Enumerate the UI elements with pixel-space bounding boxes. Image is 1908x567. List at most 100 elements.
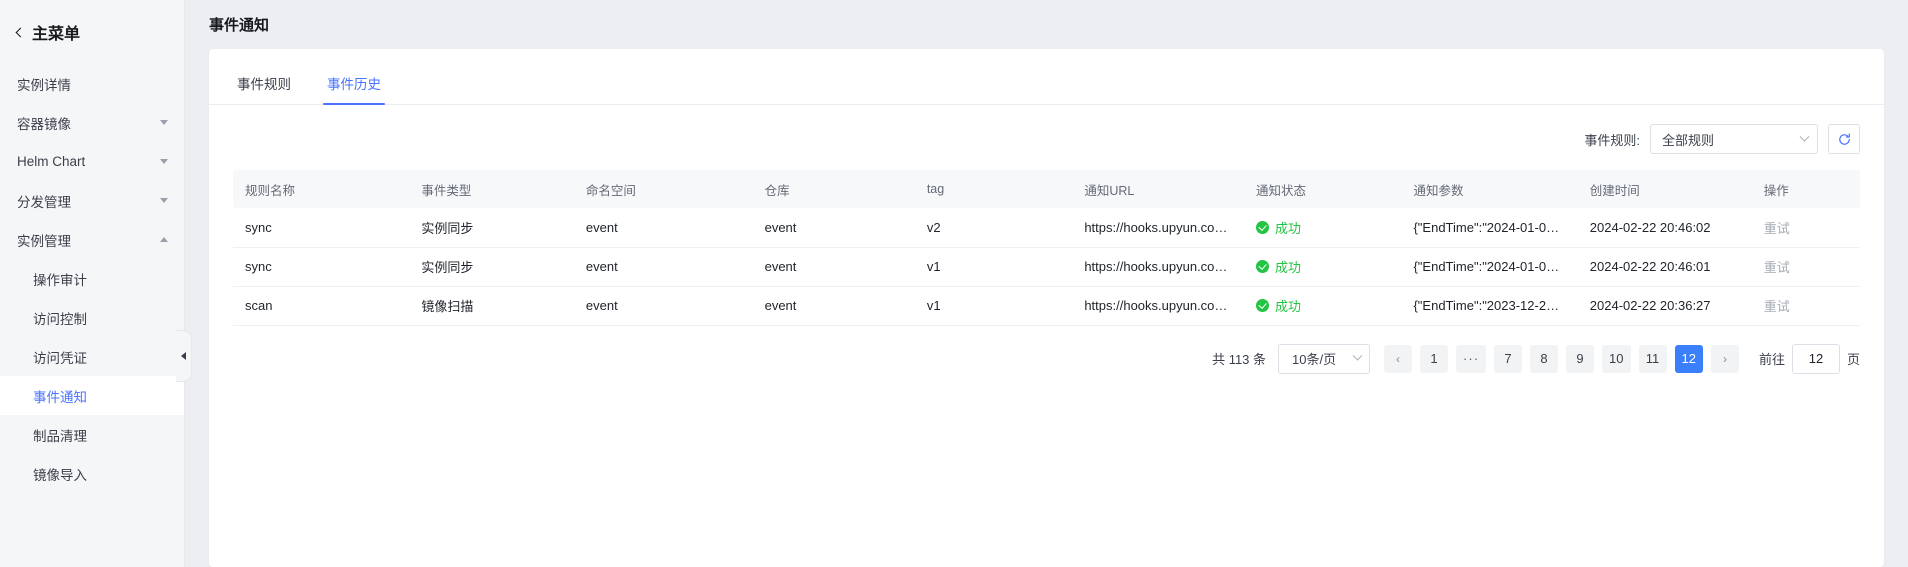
cell-event-type: 镜像扫描 xyxy=(409,286,574,326)
retry-link[interactable]: 重试 xyxy=(1764,299,1790,314)
column-header-9: 操作 xyxy=(1751,170,1860,208)
chevron-down-icon xyxy=(1352,350,1363,361)
tab-0[interactable]: 事件规则 xyxy=(233,73,295,104)
cell-tag: v1 xyxy=(914,247,1073,287)
event-rule-select-value: 全部规则 xyxy=(1662,132,1715,148)
cell-tag: v2 xyxy=(914,208,1073,248)
cell-action: 重试 xyxy=(1751,247,1860,287)
cell-action: 重试 xyxy=(1751,286,1860,326)
status-badge: 成功 xyxy=(1255,296,1390,315)
column-header-6: 通知状态 xyxy=(1243,170,1402,208)
sidebar-item-10[interactable]: 镜像导入 xyxy=(0,454,184,493)
app-root: 主菜单 实例详情 容器镜像 Helm Chart 分发管理实例管理操作审计访问控制访问… xyxy=(0,0,1908,567)
page-button-10[interactable]: 10 xyxy=(1602,344,1631,373)
cell-rule-name: sync xyxy=(233,208,410,248)
chevron-up-icon xyxy=(160,237,168,242)
retry-link[interactable]: 重试 xyxy=(1764,221,1790,236)
content-card: 事件规则 事件历史 事件规则: 全部规则 规则名称 事件类型 命名空间 仓库 t… xyxy=(209,49,1884,567)
column-header-1: 事件类型 xyxy=(409,170,574,208)
cell-created-at: 2024-02-22 20:46:02 xyxy=(1577,208,1752,248)
sidebar-item-7[interactable]: 访问凭证 xyxy=(0,337,184,376)
sidebar-item-4[interactable]: 实例管理 xyxy=(0,220,184,259)
back-to-main-menu[interactable]: 主菜单 xyxy=(0,0,184,64)
jump-to-page: 前往 页 xyxy=(1759,343,1860,374)
cell-repository: event xyxy=(752,247,915,287)
page-title: 事件通知 xyxy=(209,17,270,34)
chevron-left-icon xyxy=(15,27,26,38)
sidebar-item-label: 事件通知 xyxy=(33,389,87,405)
column-header-3: 仓库 xyxy=(752,170,915,208)
chevron-down-icon xyxy=(160,159,168,164)
sidebar-item-0[interactable]: 实例详情 xyxy=(0,64,184,103)
sidebar-item-1[interactable]: 容器镜像 xyxy=(0,103,184,142)
cell-tag: v1 xyxy=(914,286,1073,326)
cell-action: 重试 xyxy=(1751,208,1860,248)
sidebar-item-2[interactable]: Helm Chart xyxy=(0,142,184,181)
event-rule-filter-label: 事件规则: xyxy=(1584,132,1640,148)
events-table: 规则名称 事件类型 命名空间 仓库 tag 通知URL 通知状态 通知参数 创建时间 操作 syn… xyxy=(233,170,1860,326)
cell-status: 成功 xyxy=(1243,208,1402,248)
table-row: scan 镜像扫描 event event v1 https://hooks.upyun.… xyxy=(233,286,1860,326)
cell-params: {"EndTime":"2024-01-09 1... xyxy=(1401,247,1578,287)
page-button-11[interactable]: 11 xyxy=(1638,344,1667,373)
sidebar-item-label: 访问控制 xyxy=(33,311,87,327)
prev-page-button[interactable]: ‹ xyxy=(1384,344,1413,373)
page-button-1[interactable]: 1 xyxy=(1420,344,1449,373)
page-button-7[interactable]: 7 xyxy=(1494,344,1523,373)
success-check-icon xyxy=(1255,299,1269,312)
sidebar-item-5[interactable]: 操作审计 xyxy=(0,259,184,298)
sidebar-item-6[interactable]: 访问控制 xyxy=(0,298,184,337)
table-row: sync 实例同步 event event v1 https://hooks.upyun.… xyxy=(233,247,1860,287)
jump-suffix-label: 页 xyxy=(1846,352,1860,367)
sidebar: 主菜单 实例详情 容器镜像 Helm Chart 分发管理实例管理操作审计访问控制访问… xyxy=(0,0,192,567)
column-header-2: 命名空间 xyxy=(573,170,753,208)
table-head: 规则名称 事件类型 命名空间 仓库 tag 通知URL 通知状态 通知参数 创建时间 操作 xyxy=(233,170,1860,208)
page-button-9[interactable]: 9 xyxy=(1566,344,1595,373)
pagination: 共 113 条 10条/页 ‹ 1···789101112 › 前往 页 xyxy=(209,326,1884,392)
cell-rule-name: scan xyxy=(233,286,410,326)
chevron-down-icon xyxy=(1799,131,1810,142)
cell-notify-url: https://hooks.upyun.com/... xyxy=(1072,208,1244,248)
table-row: sync 实例同步 event event v2 https://hooks.upyun.… xyxy=(233,208,1860,248)
cell-namespace: event xyxy=(573,208,753,248)
sidebar-item-9[interactable]: 制品清理 xyxy=(0,415,184,454)
cell-repository: event xyxy=(752,286,915,326)
refresh-button[interactable] xyxy=(1828,124,1860,154)
cell-created-at: 2024-02-22 20:36:27 xyxy=(1577,286,1752,326)
cell-event-type: 实例同步 xyxy=(409,208,574,248)
chevron-down-icon xyxy=(160,198,168,203)
page-button-8[interactable]: 8 xyxy=(1530,344,1559,373)
sidebar-item-label: 镜像导入 xyxy=(33,467,87,483)
page-number-list: 1 ··· 7 8 9 10 11 12 xyxy=(1420,344,1703,373)
cell-notify-url: https://hooks.upyun.com/... xyxy=(1072,247,1244,287)
next-page-button[interactable]: › xyxy=(1710,344,1739,373)
status-text: 成功 xyxy=(1274,299,1301,314)
tab-bar: 事件规则 事件历史 xyxy=(209,49,1884,105)
cell-rule-name: sync xyxy=(233,247,410,287)
column-header-0: 规则名称 xyxy=(233,170,410,208)
page-size-select[interactable]: 10条/页 xyxy=(1278,343,1371,374)
sidebar-item-3[interactable]: 分发管理 xyxy=(0,181,184,220)
status-text: 成功 xyxy=(1274,260,1301,275)
retry-link[interactable]: 重试 xyxy=(1764,260,1790,275)
sidebar-collapse-handle[interactable] xyxy=(176,330,192,382)
table-body: sync 实例同步 event event v2 https://hooks.upyun.… xyxy=(233,208,1860,326)
column-header-7: 通知参数 xyxy=(1401,170,1578,208)
refresh-icon xyxy=(1838,132,1850,145)
chevron-down-icon xyxy=(160,120,168,125)
sidebar-item-label: 制品清理 xyxy=(33,428,87,444)
main-content: 事件通知 事件规则 事件历史 事件规则: 全部规则 规则名称 事件类型 命名空间… xyxy=(185,0,1908,567)
sidebar-nav: 实例详情 容器镜像 Helm Chart 分发管理实例管理操作审计访问控制访问凭证事件… xyxy=(0,64,184,493)
page-button-12[interactable]: 12 xyxy=(1674,344,1703,373)
cell-status: 成功 xyxy=(1243,286,1402,326)
sidebar-item-label: 实例管理 xyxy=(17,233,71,249)
filter-bar: 事件规则: 全部规则 xyxy=(209,105,1884,170)
sidebar-item-label: 访问凭证 xyxy=(33,350,87,366)
sidebar-item-label: 分发管理 xyxy=(17,194,71,210)
sidebar-item-8[interactable]: 事件通知 xyxy=(0,376,184,415)
jump-page-input[interactable] xyxy=(1791,343,1840,374)
tab-1[interactable]: 事件历史 xyxy=(323,73,385,105)
page-ellipsis[interactable]: ··· xyxy=(1456,344,1487,373)
event-rule-select[interactable]: 全部规则 xyxy=(1650,124,1818,154)
cell-event-type: 实例同步 xyxy=(409,247,574,287)
